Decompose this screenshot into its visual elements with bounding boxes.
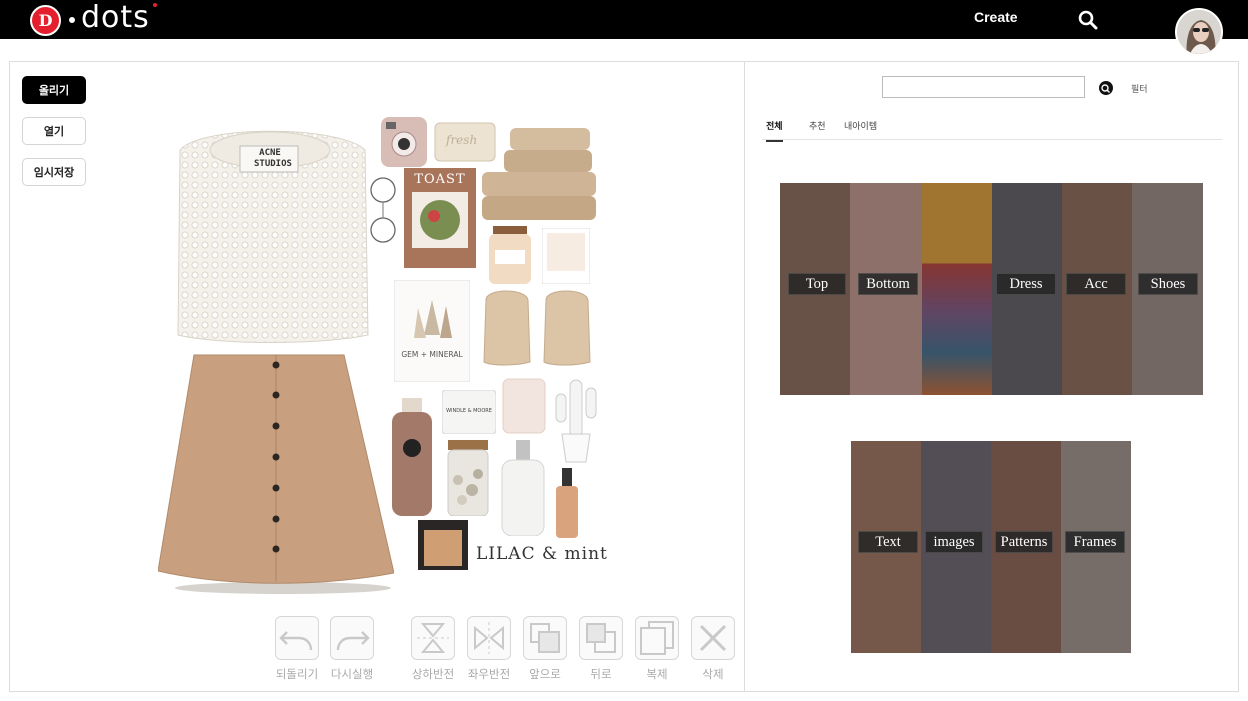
ceramic-cactus-item[interactable] [552,378,600,464]
item-tabs: 전체 추천 내아이템 [762,119,1222,142]
sneakers-item[interactable] [480,288,596,366]
search-icon[interactable] [1099,81,1113,95]
toolbar-label: 좌우반전 [467,667,511,681]
sweater-item[interactable]: ACNE STUDIOS [170,120,370,348]
soap-text: fresh [446,133,478,147]
bring-forward-button[interactable]: 앞으로 [522,616,568,682]
polaroid-item[interactable] [541,227,591,285]
logo-dot [69,17,75,23]
brand-text: LILAC & mint [476,544,608,564]
top-navigation-bar: D dots Create [0,0,1248,39]
temp-save-button[interactable]: 임시저장 [22,158,86,186]
toolbar-label: 다시실행 [330,667,374,681]
toolbar-label: 되돌리기 [275,667,319,681]
create-button[interactable]: Create [974,9,1018,25]
juice-bottle-item[interactable] [390,398,434,516]
toolbar-label: 뒤로 [590,667,612,681]
tab-all[interactable]: 전체 [766,119,783,142]
candle-jar-text: WINDLE & MOORE [446,408,492,414]
panel-divider [744,62,745,691]
book-title: TOAST [414,172,466,187]
open-button[interactable]: 열기 [22,117,86,145]
flip-horizontal-button[interactable]: 좌우반전 [466,616,512,682]
user-avatar[interactable] [1175,8,1223,56]
delete-button[interactable]: 삭제 [690,616,736,682]
stones-jar-item[interactable] [446,440,490,517]
flip-horizontal-icon[interactable] [467,616,511,660]
extra-frames[interactable]: Frames [1065,531,1125,553]
flip-vertical-icon[interactable] [411,616,455,660]
white-jar-item[interactable]: WINDLE & MOORE [441,389,497,435]
extra-text[interactable]: Text [858,531,918,553]
candle-jar-item[interactable] [487,226,533,284]
tab-my-items[interactable]: 내아이템 [844,119,877,140]
bring-forward-icon[interactable] [523,616,567,660]
extra-images[interactable]: images [925,531,983,553]
powder-compact-item[interactable] [418,520,468,570]
sweater-tag-label: ACNE STUDIOS [254,148,292,169]
extras-panel: Text images Patterns Frames [851,441,1131,653]
category-top[interactable]: Top [788,273,846,295]
logo-text: dots [81,3,157,33]
undo-button[interactable]: 되돌리기 [274,616,320,682]
search-input[interactable] [882,76,1085,98]
category-acc[interactable]: Acc [1066,273,1126,295]
send-backward-icon[interactable] [579,616,623,660]
redo-icon[interactable] [330,616,374,660]
send-backward-button[interactable]: 뒤로 [578,616,624,682]
candle-glass-item[interactable] [502,378,546,434]
toolbar-label: 상하반전 [411,667,455,681]
tab-recommended[interactable]: 추천 [809,119,826,140]
undo-icon[interactable] [275,616,319,660]
duplicate-button[interactable]: 복제 [634,616,680,682]
brand-text-item[interactable]: LILAC & mint [476,544,608,572]
delete-icon[interactable] [691,616,735,660]
suede-skirt-item[interactable] [157,351,395,601]
lotion-bottle-item[interactable] [500,440,546,537]
dots-logo[interactable]: D dots [30,3,157,36]
flip-vertical-button[interactable]: 상하반전 [410,616,456,682]
instant-camera-item[interactable] [380,116,428,168]
duplicate-icon[interactable] [635,616,679,660]
category-dress[interactable]: Dress [996,273,1056,295]
calendar-item[interactable]: GEM + MINERAL [393,279,471,383]
towels-item[interactable] [482,126,598,222]
redo-button[interactable]: 다시실행 [329,616,375,682]
category-shoes[interactable]: Shoes [1138,273,1198,295]
toolbar-label: 삭제 [702,667,724,681]
upload-button[interactable]: 올리기 [22,76,86,104]
calendar-text: GEM + MINERAL [401,350,463,359]
logo-badge: D [30,4,61,36]
search-icon[interactable] [1078,10,1098,30]
filter-button[interactable]: 필터 [1131,82,1148,95]
extra-patterns[interactable]: Patterns [995,531,1053,553]
toolbar-label: 복제 [646,667,668,681]
collage-canvas[interactable]: ACNE STUDIOS fresh TOAST GEM + MINERAL W… [150,108,610,608]
toolbar-label: 앞으로 [529,667,561,681]
foundation-bottle-item[interactable] [554,468,580,538]
toast-book-item[interactable]: TOAST [404,168,476,268]
glasses-item[interactable] [368,174,398,250]
category-bottom[interactable]: Bottom [858,273,918,295]
category-panel: Top Bottom Dress Acc Shoes [780,183,1203,395]
